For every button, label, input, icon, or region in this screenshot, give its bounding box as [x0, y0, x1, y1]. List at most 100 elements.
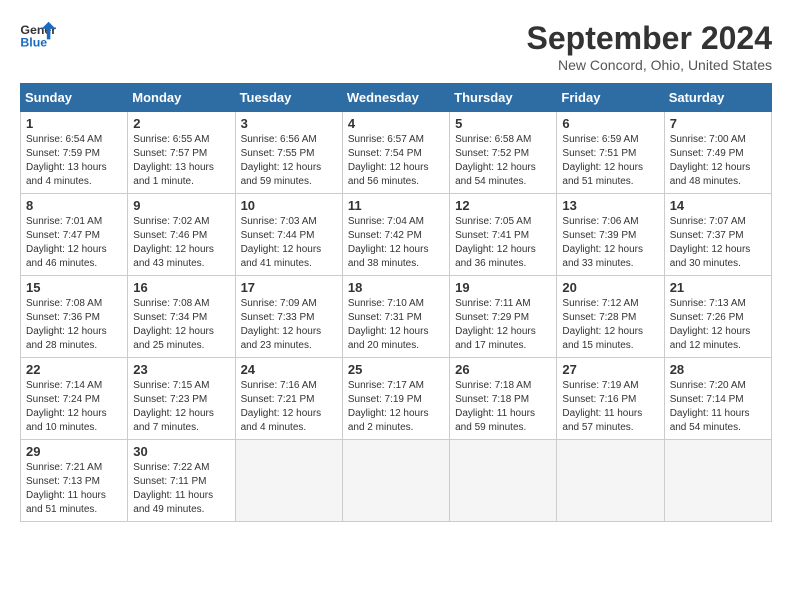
table-row: 28 Sunrise: 7:20 AM Sunset: 7:14 PM Dayl…: [664, 358, 771, 440]
day-number: 22: [26, 362, 122, 377]
weekday-header-row: Sunday Monday Tuesday Wednesday Thursday…: [21, 84, 772, 112]
month-title: September 2024: [527, 20, 772, 57]
calendar-week-row: 1 Sunrise: 6:54 AM Sunset: 7:59 PM Dayli…: [21, 112, 772, 194]
table-row: 4 Sunrise: 6:57 AM Sunset: 7:54 PM Dayli…: [342, 112, 449, 194]
day-info: Sunrise: 6:58 AM Sunset: 7:52 PM Dayligh…: [455, 133, 551, 189]
day-number: 5: [455, 116, 551, 131]
title-area: September 2024 New Concord, Ohio, United…: [527, 20, 772, 73]
day-info: Sunrise: 7:16 AM Sunset: 7:21 PM Dayligh…: [241, 379, 337, 435]
day-info: Sunrise: 7:09 AM Sunset: 7:33 PM Dayligh…: [241, 297, 337, 353]
day-info: Sunrise: 6:57 AM Sunset: 7:54 PM Dayligh…: [348, 133, 444, 189]
header-thursday: Thursday: [450, 84, 557, 112]
table-row: 3 Sunrise: 6:56 AM Sunset: 7:55 PM Dayli…: [235, 112, 342, 194]
header-tuesday: Tuesday: [235, 84, 342, 112]
table-row: 24 Sunrise: 7:16 AM Sunset: 7:21 PM Dayl…: [235, 358, 342, 440]
day-number: 25: [348, 362, 444, 377]
header-wednesday: Wednesday: [342, 84, 449, 112]
table-row: 25 Sunrise: 7:17 AM Sunset: 7:19 PM Dayl…: [342, 358, 449, 440]
day-info: Sunrise: 7:00 AM Sunset: 7:49 PM Dayligh…: [670, 133, 766, 189]
table-row: 7 Sunrise: 7:00 AM Sunset: 7:49 PM Dayli…: [664, 112, 771, 194]
day-info: Sunrise: 6:54 AM Sunset: 7:59 PM Dayligh…: [26, 133, 122, 189]
day-number: 11: [348, 198, 444, 213]
calendar-week-row: 22 Sunrise: 7:14 AM Sunset: 7:24 PM Dayl…: [21, 358, 772, 440]
day-number: 27: [562, 362, 658, 377]
page-header: General Blue September 2024 New Concord,…: [20, 20, 772, 73]
day-number: 12: [455, 198, 551, 213]
day-info: Sunrise: 7:18 AM Sunset: 7:18 PM Dayligh…: [455, 379, 551, 435]
day-info: Sunrise: 7:08 AM Sunset: 7:34 PM Dayligh…: [133, 297, 229, 353]
svg-text:Blue: Blue: [20, 35, 47, 49]
day-number: 8: [26, 198, 122, 213]
day-info: Sunrise: 7:17 AM Sunset: 7:19 PM Dayligh…: [348, 379, 444, 435]
table-row: 5 Sunrise: 6:58 AM Sunset: 7:52 PM Dayli…: [450, 112, 557, 194]
table-row: 23 Sunrise: 7:15 AM Sunset: 7:23 PM Dayl…: [128, 358, 235, 440]
day-number: 15: [26, 280, 122, 295]
table-row: 13 Sunrise: 7:06 AM Sunset: 7:39 PM Dayl…: [557, 194, 664, 276]
day-number: 18: [348, 280, 444, 295]
table-row: 21 Sunrise: 7:13 AM Sunset: 7:26 PM Dayl…: [664, 276, 771, 358]
calendar-week-row: 8 Sunrise: 7:01 AM Sunset: 7:47 PM Dayli…: [21, 194, 772, 276]
day-number: 17: [241, 280, 337, 295]
calendar-week-row: 29 Sunrise: 7:21 AM Sunset: 7:13 PM Dayl…: [21, 440, 772, 522]
day-info: Sunrise: 7:14 AM Sunset: 7:24 PM Dayligh…: [26, 379, 122, 435]
table-row: 10 Sunrise: 7:03 AM Sunset: 7:44 PM Dayl…: [235, 194, 342, 276]
table-row: [664, 440, 771, 522]
day-number: 6: [562, 116, 658, 131]
table-row: [235, 440, 342, 522]
table-row: 15 Sunrise: 7:08 AM Sunset: 7:36 PM Dayl…: [21, 276, 128, 358]
day-number: 19: [455, 280, 551, 295]
table-row: 9 Sunrise: 7:02 AM Sunset: 7:46 PM Dayli…: [128, 194, 235, 276]
day-number: 16: [133, 280, 229, 295]
day-info: Sunrise: 7:22 AM Sunset: 7:11 PM Dayligh…: [133, 461, 229, 517]
day-info: Sunrise: 6:55 AM Sunset: 7:57 PM Dayligh…: [133, 133, 229, 189]
table-row: [557, 440, 664, 522]
day-info: Sunrise: 6:56 AM Sunset: 7:55 PM Dayligh…: [241, 133, 337, 189]
day-number: 23: [133, 362, 229, 377]
day-number: 29: [26, 444, 122, 459]
table-row: [342, 440, 449, 522]
day-number: 3: [241, 116, 337, 131]
day-number: 20: [562, 280, 658, 295]
table-row: 6 Sunrise: 6:59 AM Sunset: 7:51 PM Dayli…: [557, 112, 664, 194]
day-info: Sunrise: 7:03 AM Sunset: 7:44 PM Dayligh…: [241, 215, 337, 271]
header-friday: Friday: [557, 84, 664, 112]
day-number: 24: [241, 362, 337, 377]
day-info: Sunrise: 7:13 AM Sunset: 7:26 PM Dayligh…: [670, 297, 766, 353]
day-number: 13: [562, 198, 658, 213]
table-row: 14 Sunrise: 7:07 AM Sunset: 7:37 PM Dayl…: [664, 194, 771, 276]
table-row: 30 Sunrise: 7:22 AM Sunset: 7:11 PM Dayl…: [128, 440, 235, 522]
day-number: 21: [670, 280, 766, 295]
day-number: 10: [241, 198, 337, 213]
table-row: 17 Sunrise: 7:09 AM Sunset: 7:33 PM Dayl…: [235, 276, 342, 358]
table-row: 8 Sunrise: 7:01 AM Sunset: 7:47 PM Dayli…: [21, 194, 128, 276]
day-info: Sunrise: 7:01 AM Sunset: 7:47 PM Dayligh…: [26, 215, 122, 271]
day-number: 1: [26, 116, 122, 131]
table-row: [450, 440, 557, 522]
day-number: 4: [348, 116, 444, 131]
logo-icon: General Blue: [20, 20, 56, 50]
table-row: 1 Sunrise: 6:54 AM Sunset: 7:59 PM Dayli…: [21, 112, 128, 194]
calendar-table: Sunday Monday Tuesday Wednesday Thursday…: [20, 83, 772, 522]
table-row: 11 Sunrise: 7:04 AM Sunset: 7:42 PM Dayl…: [342, 194, 449, 276]
day-number: 7: [670, 116, 766, 131]
day-info: Sunrise: 7:10 AM Sunset: 7:31 PM Dayligh…: [348, 297, 444, 353]
table-row: 2 Sunrise: 6:55 AM Sunset: 7:57 PM Dayli…: [128, 112, 235, 194]
day-number: 2: [133, 116, 229, 131]
day-number: 30: [133, 444, 229, 459]
table-row: 18 Sunrise: 7:10 AM Sunset: 7:31 PM Dayl…: [342, 276, 449, 358]
day-info: Sunrise: 7:08 AM Sunset: 7:36 PM Dayligh…: [26, 297, 122, 353]
day-number: 9: [133, 198, 229, 213]
logo: General Blue: [20, 20, 56, 50]
day-info: Sunrise: 7:05 AM Sunset: 7:41 PM Dayligh…: [455, 215, 551, 271]
table-row: 29 Sunrise: 7:21 AM Sunset: 7:13 PM Dayl…: [21, 440, 128, 522]
day-info: Sunrise: 7:07 AM Sunset: 7:37 PM Dayligh…: [670, 215, 766, 271]
day-info: Sunrise: 7:19 AM Sunset: 7:16 PM Dayligh…: [562, 379, 658, 435]
header-saturday: Saturday: [664, 84, 771, 112]
calendar-week-row: 15 Sunrise: 7:08 AM Sunset: 7:36 PM Dayl…: [21, 276, 772, 358]
table-row: 19 Sunrise: 7:11 AM Sunset: 7:29 PM Dayl…: [450, 276, 557, 358]
header-monday: Monday: [128, 84, 235, 112]
table-row: 12 Sunrise: 7:05 AM Sunset: 7:41 PM Dayl…: [450, 194, 557, 276]
day-info: Sunrise: 7:02 AM Sunset: 7:46 PM Dayligh…: [133, 215, 229, 271]
day-info: Sunrise: 7:06 AM Sunset: 7:39 PM Dayligh…: [562, 215, 658, 271]
day-number: 26: [455, 362, 551, 377]
